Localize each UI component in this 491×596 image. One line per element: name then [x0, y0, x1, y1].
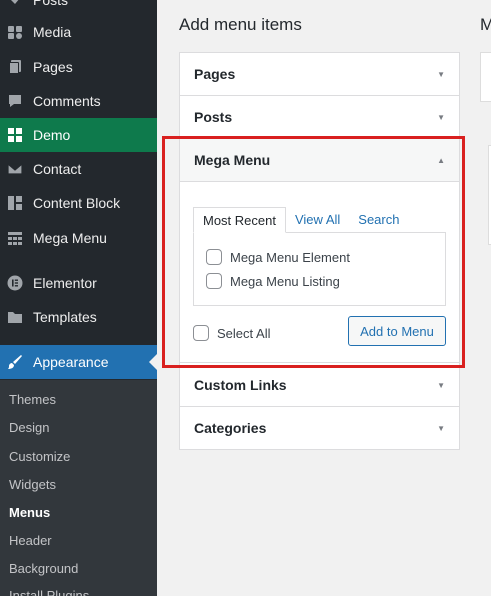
sidebar-item-templates[interactable]: Templates: [0, 300, 157, 334]
menu-structure-panel: [480, 52, 491, 102]
media-icon: [7, 24, 23, 40]
sidebar-item-label: Pages: [33, 59, 73, 75]
list-item[interactable]: Mega Menu Element: [206, 249, 350, 265]
sidebar-item-contact[interactable]: Contact: [0, 152, 157, 186]
items-list: Mega Menu Element Mega Menu Listing: [193, 232, 446, 306]
pin-icon: [7, 0, 23, 8]
accordion-section-pages[interactable]: Pages ▼: [180, 53, 459, 96]
tab-search[interactable]: Search: [349, 207, 408, 233]
sidebar-item-appearance[interactable]: Appearance: [0, 345, 157, 379]
appearance-submenu: Themes Design Customize Widgets Menus He…: [0, 380, 157, 596]
sidebar-item-comments[interactable]: Comments: [0, 84, 157, 118]
chevron-up-icon: ▲: [437, 156, 445, 165]
accordion-section-custom-links[interactable]: Custom Links ▼: [180, 364, 459, 407]
menu-structure-title: M: [480, 15, 491, 34]
submenu-item-customize[interactable]: Customize: [9, 449, 70, 464]
tab-view-all[interactable]: View All: [286, 207, 349, 233]
submenu-item-header[interactable]: Header: [9, 533, 52, 548]
chevron-down-icon: ▼: [437, 381, 445, 390]
grid-icon: [7, 127, 23, 143]
submenu-item-install-plugins[interactable]: Install Plugins: [9, 588, 89, 596]
accordion-section-posts[interactable]: Posts ▼: [180, 96, 459, 139]
sidebar-item-media[interactable]: Media: [0, 15, 157, 49]
item-checkbox[interactable]: [206, 249, 222, 265]
mega-menu-panel: Most Recent View All Search Mega Menu El…: [180, 182, 459, 363]
tab-most-recent[interactable]: Most Recent: [193, 207, 286, 233]
brush-icon: [7, 354, 23, 370]
sidebar-item-label: Elementor: [33, 275, 97, 291]
sidebar-item-label: Contact: [33, 161, 82, 177]
list-item[interactable]: Mega Menu Listing: [206, 273, 340, 289]
sidebar-item-elementor[interactable]: Elementor: [0, 266, 157, 300]
select-all-checkbox[interactable]: [193, 325, 209, 341]
submenu-item-themes[interactable]: Themes: [9, 392, 56, 407]
tab-bar: Most Recent View All Search: [193, 207, 408, 233]
sidebar-item-label: Templates: [33, 309, 97, 325]
folder-icon: [7, 309, 23, 325]
sidebar-item-pages[interactable]: Pages: [0, 50, 157, 84]
sidebar-item-label: Content Block: [33, 195, 121, 211]
sidebar-item-label: Media: [33, 24, 72, 40]
accordion-section-categories[interactable]: Categories ▼: [180, 407, 459, 450]
chevron-down-icon: ▼: [437, 113, 445, 122]
comments-icon: [7, 93, 23, 109]
chevron-down-icon: ▼: [437, 70, 445, 79]
add-to-menu-button[interactable]: Add to Menu: [348, 316, 446, 346]
submenu-item-menus[interactable]: Menus: [9, 505, 50, 520]
add-menu-items-accordion: Pages ▼ Posts ▼ Mega Menu ▲ Most Recent …: [179, 52, 460, 450]
section-title: Categories: [194, 420, 267, 436]
sidebar-item-content-block[interactable]: Content Block: [0, 186, 157, 220]
item-label: Mega Menu Element: [230, 249, 350, 265]
sidebar-item-mega-menu[interactable]: Mega Menu: [0, 221, 157, 255]
section-title: Pages: [194, 66, 236, 82]
section-title: Mega Menu: [194, 152, 271, 168]
submenu-item-design[interactable]: Design: [9, 420, 49, 435]
pages-icon: [7, 59, 23, 75]
sidebar-item-label: Comments: [33, 93, 101, 109]
sidebar-item-label: Mega Menu: [33, 230, 107, 246]
mail-icon: [7, 161, 23, 177]
mega-menu-icon: [7, 230, 23, 246]
select-all[interactable]: Select All: [193, 325, 270, 341]
sidebar-item-label: Demo: [33, 127, 71, 143]
accordion-section-mega-menu[interactable]: Mega Menu ▲: [180, 139, 459, 182]
item-label: Mega Menu Listing: [230, 273, 340, 289]
layout-icon: [7, 195, 23, 211]
item-checkbox[interactable]: [206, 273, 222, 289]
current-menu-arrow: [149, 354, 157, 370]
sidebar-item-label: Posts: [33, 0, 69, 8]
section-title: Custom Links: [194, 377, 287, 393]
chevron-down-icon: ▼: [437, 424, 445, 433]
admin-sidebar: Posts Media Pages Comments Demo Contact …: [0, 0, 157, 596]
sidebar-item-demo[interactable]: Demo: [0, 118, 157, 152]
submenu-item-widgets[interactable]: Widgets: [9, 477, 56, 492]
section-title: Posts: [194, 109, 233, 125]
page-title: Add menu items: [179, 15, 302, 34]
submenu-item-background[interactable]: Background: [9, 561, 78, 576]
sidebar-item-label: Appearance: [33, 354, 109, 370]
select-all-label: Select All: [217, 325, 271, 341]
elementor-icon: [7, 275, 23, 291]
